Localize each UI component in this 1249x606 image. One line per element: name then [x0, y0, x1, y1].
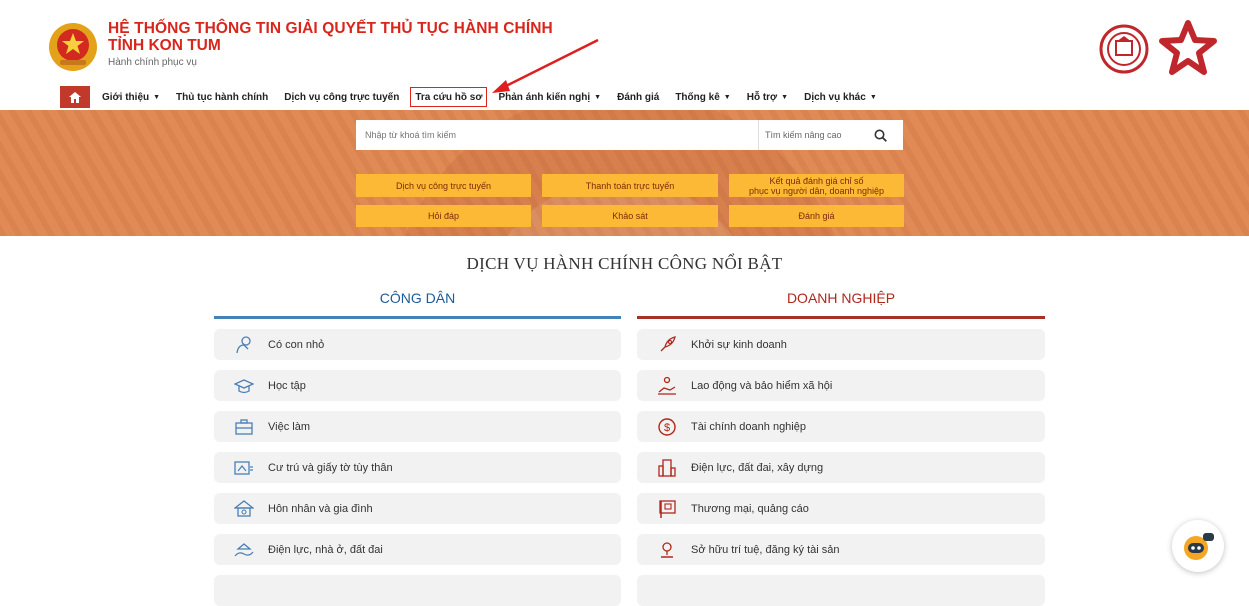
nav-item-tra-cuu-ho-so[interactable]: Tra cứu hồ sơ: [410, 87, 488, 107]
svg-text:$: $: [664, 422, 670, 434]
list-item[interactable]: Khởi sự kinh doanh: [637, 329, 1045, 360]
graduation-cap-icon: [233, 375, 255, 397]
annotation-arrow: [492, 38, 599, 93]
tab-business[interactable]: DOANH NGHIỆP: [637, 290, 1045, 306]
briefcase-icon: [233, 416, 255, 438]
chevron-down-icon: ▼: [781, 93, 789, 101]
search-input[interactable]: [356, 120, 758, 150]
site-title-province[interactable]: TỈNH KON TUM: [108, 37, 221, 55]
site-subtitle: Hành chính phục vụ: [108, 57, 197, 68]
kon-tum-seal-icon: [1099, 24, 1149, 74]
list-item[interactable]: Lao động và bảo hiểm xã hội: [637, 370, 1045, 401]
list-item[interactable]: Thương mại, quảng cáo: [637, 493, 1045, 524]
search-icon: [874, 129, 887, 142]
site-header: HỆ THỐNG THÔNG TIN GIẢI QUYẾT THỦ TỤC HÀ…: [0, 0, 1249, 86]
online-payment-button[interactable]: Thanh toán trực tuyến: [542, 174, 718, 197]
buildings-icon: [656, 457, 678, 479]
nav-item-danh-gia[interactable]: Đánh giá: [617, 86, 659, 108]
chevron-down-icon: ▼: [723, 93, 731, 101]
rocket-icon: [656, 334, 678, 356]
advanced-search-button[interactable]: Tìm kiếm nâng cao: [758, 120, 858, 150]
list-item[interactable]: [637, 575, 1045, 606]
chevron-down-icon: ▼: [153, 93, 161, 101]
list-item[interactable]: Hôn nhân và gia đình: [214, 493, 621, 524]
citizen-divider: [214, 316, 621, 319]
section-title: DỊCH VỤ HÀNH CHÍNH CÔNG NỔI BẬT: [466, 254, 783, 273]
list-item[interactable]: Học tập: [214, 370, 621, 401]
nav-item-dich-vu-cong[interactable]: Dịch vụ công trực tuyến: [284, 86, 399, 108]
qa-button[interactable]: Hỏi đáp: [356, 205, 531, 227]
national-emblem-icon[interactable]: [48, 22, 98, 72]
trophy-icon: [656, 539, 678, 561]
list-item[interactable]: Cư trú và giấy tờ tùy thân: [214, 452, 621, 483]
nav-item-thong-ke[interactable]: Thống kê ▼: [675, 86, 730, 108]
rating-button[interactable]: Đánh giá: [729, 205, 904, 227]
business-divider: [637, 316, 1045, 319]
house-land-icon: [233, 539, 255, 561]
nav-item-gioi-thieu[interactable]: Giới thiệu ▼: [102, 86, 160, 108]
list-item[interactable]: [214, 575, 621, 606]
baby-icon: [233, 334, 255, 356]
chatbot-icon: [1184, 533, 1214, 560]
list-item[interactable]: Việc làm: [214, 411, 621, 442]
main-nav: Giới thiệu ▼ Thủ tục hành chính Dịch vụ c…: [60, 86, 893, 108]
chevron-down-icon: ▼: [869, 93, 877, 101]
public-service-star-logo-icon: [1159, 20, 1217, 75]
online-service-button[interactable]: Dịch vụ công trực tuyến: [356, 174, 531, 197]
home-icon: [69, 91, 81, 103]
worker-insurance-icon: [656, 375, 678, 397]
list-item[interactable]: Sở hữu trí tuệ, đăng ký tài sản: [637, 534, 1045, 565]
survey-button[interactable]: Khảo sát: [542, 205, 718, 227]
id-card-icon: [233, 457, 255, 479]
service-index-result-button[interactable]: Kết quả đánh giá chỉ số phục vụ người dâ…: [729, 174, 904, 197]
nav-item-thu-tuc-hanh-chinh[interactable]: Thủ tục hành chính: [176, 86, 268, 108]
chatbot-button[interactable]: [1172, 520, 1224, 572]
family-home-icon: [233, 498, 255, 520]
nav-item-dich-vu-khac[interactable]: Dịch vụ khác ▼: [804, 86, 877, 108]
list-item[interactable]: Điện lực, nhà ở, đất đai: [214, 534, 621, 565]
home-button[interactable]: [60, 86, 90, 108]
list-item[interactable]: $ Tài chính doanh nghiệp: [637, 411, 1045, 442]
list-item[interactable]: Điện lực, đất đai, xây dựng: [637, 452, 1045, 483]
nav-item-ho-tro[interactable]: Hỗ trợ ▼: [747, 86, 788, 108]
search-button[interactable]: [858, 120, 903, 150]
list-item[interactable]: Có con nhỏ: [214, 329, 621, 360]
dollar-coin-icon: $: [656, 416, 678, 438]
billboard-icon: [656, 498, 678, 520]
tab-citizen[interactable]: CÔNG DÂN: [214, 290, 621, 306]
